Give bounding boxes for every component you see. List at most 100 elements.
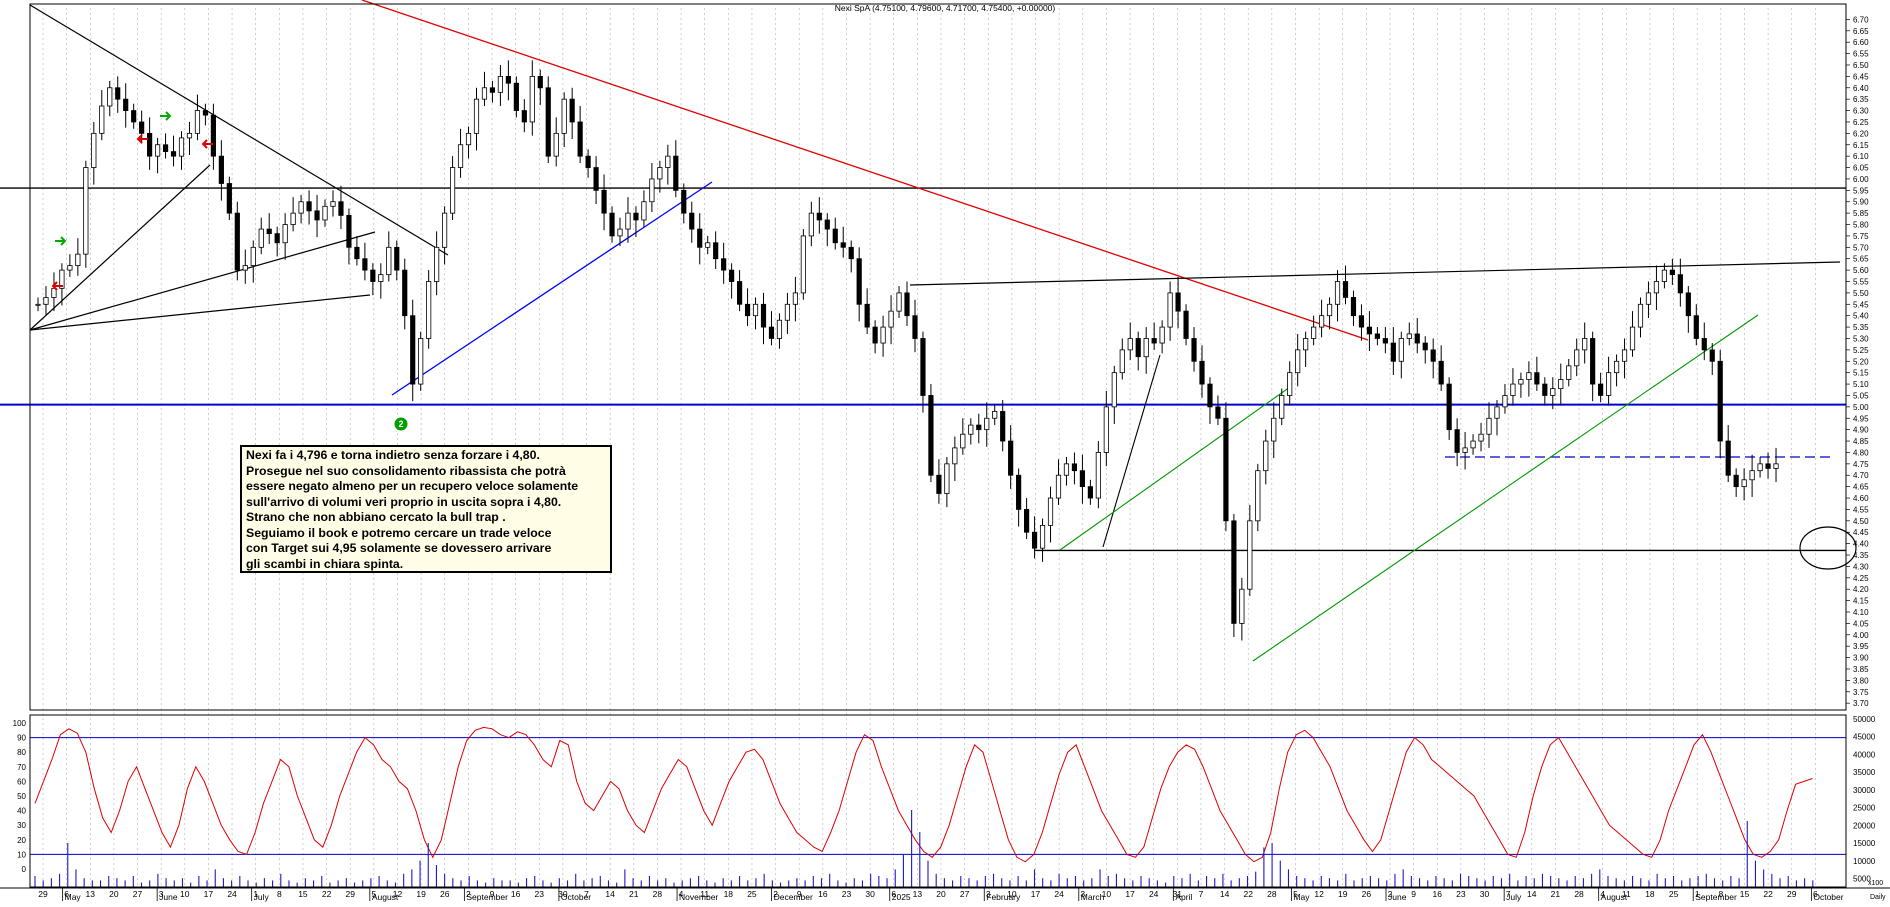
y-tick-label: 4.85: [1853, 437, 1869, 446]
y-tick-label: 6.00: [1853, 175, 1869, 184]
x-tick-label-day: 24: [1149, 889, 1159, 899]
candle-down: [832, 228, 838, 244]
x-tick-label-day: 16: [511, 889, 521, 899]
candle-down: [1382, 338, 1388, 344]
candle-down: [936, 474, 942, 494]
candle-up: [178, 137, 185, 157]
x-tick-label-day: 14: [1220, 889, 1230, 899]
chart-title: Nexi SpA (4.75100, 4.79600, 4.71700, 4.7…: [835, 3, 1056, 13]
candle-up: [1606, 372, 1612, 396]
y-tick-label: 4.30: [1853, 562, 1869, 571]
candle-down: [1183, 310, 1189, 339]
candle-down: [633, 212, 639, 221]
candle-up: [1629, 326, 1636, 351]
x-tick-label-day: 9: [1411, 889, 1416, 899]
osc-y-tick-label: 20: [17, 836, 26, 845]
x-tick-label-day: 30: [1480, 889, 1490, 899]
candle-down: [673, 155, 679, 191]
candle-down: [147, 132, 153, 157]
volume-y-tick-label: 35000: [1853, 768, 1876, 777]
y-tick-label: 4.15: [1853, 597, 1869, 606]
y-tick-label: 5.95: [1853, 186, 1869, 195]
y-tick-label: 5.70: [1853, 243, 1869, 252]
x-tick-label-month: September: [1695, 892, 1737, 902]
candle-up: [1255, 470, 1261, 522]
note-line: Strano che non abbiano cercato la bull t…: [246, 510, 506, 524]
candle-up: [107, 87, 113, 107]
candle-up: [83, 167, 89, 255]
candle-up: [481, 87, 488, 100]
osc-y-tick-label: 90: [17, 734, 26, 743]
x-tick-label-month: May: [1293, 892, 1310, 902]
x-tick-label-day: 13: [86, 889, 96, 899]
candle-down: [1175, 292, 1181, 312]
candle-up: [641, 201, 647, 221]
candle-down: [1008, 440, 1014, 476]
y-tick-label: 4.95: [1853, 414, 1869, 423]
candle-up: [1462, 447, 1468, 453]
candle-up: [1526, 372, 1532, 380]
candle-up: [1326, 303, 1333, 317]
candle-up: [43, 297, 49, 305]
x-tick-label-day: 28: [653, 889, 663, 899]
candle-down: [1191, 338, 1197, 362]
y-tick-label: 4.70: [1853, 471, 1869, 480]
x-tick-label-day: 10: [180, 889, 190, 899]
candle-up: [99, 105, 105, 134]
candle-down: [394, 246, 400, 271]
candle-up: [1111, 372, 1117, 408]
candle-down: [928, 395, 934, 476]
y-tick-label: 5.60: [1853, 266, 1869, 275]
candle-up: [649, 178, 655, 203]
candle-up: [992, 411, 998, 419]
x-tick-label-day: 28: [1574, 889, 1584, 899]
y-tick-label: 4.10: [1853, 608, 1869, 617]
candle-up: [1494, 406, 1500, 419]
candle-down: [410, 315, 416, 385]
x-tick-label-month: August: [372, 892, 399, 902]
x-tick-label-day: 21: [1551, 889, 1561, 899]
x-tick-label-day: 15: [1740, 889, 1750, 899]
candle-up: [457, 144, 464, 168]
candle-down: [1223, 417, 1229, 522]
candle-down: [513, 82, 519, 111]
y-tick-label: 5.65: [1853, 255, 1869, 264]
y-tick-label: 3.75: [1853, 688, 1869, 697]
y-tick-label: 4.60: [1853, 494, 1869, 503]
osc-y-tick-label: 40: [17, 807, 26, 816]
x-tick-label-month: April: [1175, 892, 1192, 902]
candle-down: [744, 303, 751, 317]
osc-y-tick-label: 10: [17, 850, 26, 859]
candle-up: [1773, 463, 1779, 469]
y-tick-label: 5.35: [1853, 323, 1869, 332]
candle-down: [856, 258, 862, 305]
candle-down: [1430, 349, 1436, 362]
candle-down: [234, 212, 240, 271]
candle-up: [322, 205, 328, 221]
x-tick-label-day: 17: [204, 889, 214, 899]
x-tick-label-day: 23: [1456, 889, 1466, 899]
x-tick-label-month: June: [159, 892, 178, 902]
x-tick-label-day: 25: [1669, 889, 1679, 899]
candle-down: [840, 242, 846, 248]
candle-down: [1342, 281, 1349, 298]
candle-down: [139, 121, 145, 134]
candle-down: [721, 258, 727, 271]
candle-up: [1661, 269, 1668, 282]
y-tick-label: 5.20: [1853, 357, 1869, 366]
candle-down: [1151, 338, 1157, 344]
candle-down: [1693, 315, 1699, 339]
y-tick-label: 3.90: [1853, 654, 1869, 663]
candle-up: [529, 75, 535, 123]
candle-up: [1502, 395, 1508, 408]
x-tick-label-day: 26: [1362, 889, 1372, 899]
candle-down: [346, 215, 352, 248]
y-tick-label: 6.30: [1853, 107, 1869, 116]
candle-down: [713, 242, 719, 260]
candle-down: [1701, 338, 1707, 351]
analysis-note: Nexi fa i 4,796 e torna indietro senza f…: [240, 445, 612, 573]
candle-down: [402, 269, 408, 317]
candle-up: [290, 212, 296, 225]
x-tick-label-day: 17: [1031, 889, 1041, 899]
y-tick-label: 4.80: [1853, 448, 1869, 457]
